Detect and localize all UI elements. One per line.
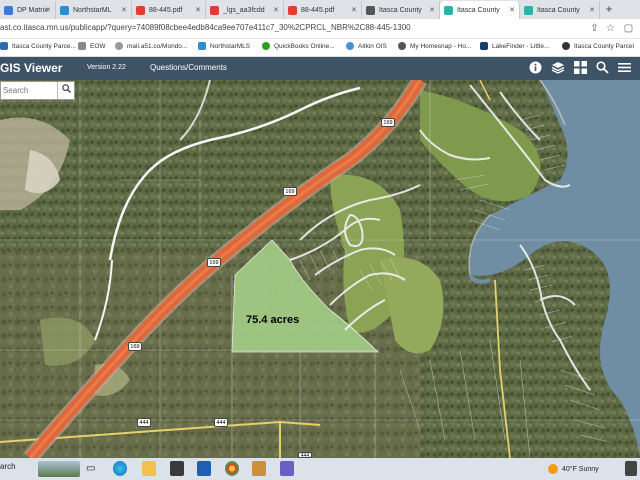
task-view-icon[interactable]: ▭: [86, 461, 98, 476]
map-canvas[interactable]: [0, 80, 640, 458]
tab-6[interactable]: Itasca County ✕: [440, 1, 520, 19]
bookmark-icon: [198, 42, 206, 50]
tab-7[interactable]: Itasca County ✕: [520, 1, 600, 19]
taskbar: arch ▭ 40°F Sunny: [0, 458, 640, 480]
teams-icon[interactable]: [280, 461, 294, 476]
store-icon[interactable]: [170, 461, 184, 476]
tab-0[interactable]: DP Matrix ✕: [0, 1, 56, 19]
new-tab-button[interactable]: +: [602, 2, 616, 16]
close-icon[interactable]: ✕: [121, 6, 127, 14]
bookmarks-bar: Itasca County Parce... EOW mail.a51.co/M…: [0, 39, 640, 57]
bookmark-item[interactable]: Itasca County Parcel: [562, 42, 634, 50]
browser-tab-bar: DP Matrix ✕ NorthstarML ✕ 88-445.pdf ✕ _lgs…: [0, 0, 640, 19]
app-version: Version 2.22: [87, 64, 126, 71]
address-bar: ast.co.itasca.mn.us/publicapp/?query=740…: [0, 19, 640, 39]
tab-favicon-icon: [4, 5, 13, 15]
parcel-acreage-label: 75.4 acres: [246, 314, 300, 326]
bookmark-item[interactable]: Itasca County Parce...: [0, 42, 76, 50]
bookmark-item[interactable]: Aitkin GIS: [346, 42, 387, 50]
globe-icon: [346, 42, 354, 50]
share-icon[interactable]: ⇪: [588, 22, 601, 35]
close-icon[interactable]: ✕: [351, 6, 357, 14]
bookmark-icon: [0, 42, 8, 50]
layers-icon[interactable]: [551, 61, 565, 75]
sun-icon: [548, 464, 558, 474]
app-icon[interactable]: [252, 461, 266, 476]
tab-1[interactable]: NorthstarML ✕: [56, 1, 132, 19]
info-icon[interactable]: [528, 61, 542, 75]
bookmark-icon: [480, 42, 488, 50]
bookmark-item[interactable]: LakeFinder - Little...: [480, 42, 549, 50]
chrome-icon[interactable]: [225, 461, 239, 476]
outlook-icon[interactable]: [197, 461, 211, 476]
close-icon[interactable]: ✕: [195, 6, 201, 14]
questions-comments-link[interactable]: Questions/Comments: [150, 63, 227, 72]
bookmark-item[interactable]: My Homesnap - Ho...: [398, 42, 471, 50]
tab-2[interactable]: 88-445.pdf ✕: [132, 1, 206, 19]
county-icon: [444, 5, 453, 15]
tab-5[interactable]: Itasca County ✕: [362, 1, 440, 19]
globe-icon: [398, 42, 406, 50]
bookmark-item[interactable]: NorthstarMLS: [198, 42, 250, 50]
search-icon[interactable]: [595, 61, 609, 75]
menu-icon[interactable]: [617, 61, 631, 75]
pdf-icon: [136, 5, 145, 15]
bookmark-item[interactable]: QuickBooks Online...: [262, 42, 335, 50]
extensions-icon[interactable]: ▢: [622, 22, 635, 35]
pdf-icon: [288, 5, 297, 15]
highway-shield: 169: [128, 342, 142, 351]
notification-icon[interactable]: [625, 461, 637, 476]
weather-widget[interactable]: 40°F Sunny: [548, 464, 599, 474]
aerial-map[interactable]: 169 169 169 169 444 444 444: [0, 80, 640, 458]
close-icon[interactable]: ✕: [589, 6, 595, 14]
taskbar-search[interactable]: arch: [0, 462, 16, 471]
grid-icon[interactable]: [573, 61, 587, 75]
bookmark-star-icon[interactable]: ☆: [604, 22, 617, 35]
bookmark-item[interactable]: EOW: [78, 42, 106, 50]
close-icon[interactable]: ✕: [429, 6, 435, 14]
close-icon[interactable]: ✕: [509, 6, 515, 14]
pdf-icon: [210, 5, 219, 15]
bookmark-icon: [78, 42, 86, 50]
tab-3[interactable]: _lgs_aa3fcdd ✕: [206, 1, 284, 19]
highway-shield: 169: [381, 118, 395, 127]
url-field[interactable]: ast.co.itasca.mn.us/publicapp/?query=740…: [0, 23, 411, 32]
quickbooks-icon: [262, 42, 270, 50]
road-shield: 444: [137, 418, 151, 427]
search-icon[interactable]: [57, 82, 74, 99]
gis-app-header: GIS Viewer Version 2.22 Questions/Commen…: [0, 57, 640, 80]
search-input[interactable]: [3, 84, 55, 97]
map-search-box: [0, 81, 75, 100]
close-icon[interactable]: ✕: [273, 6, 279, 14]
tab-4[interactable]: 88-445.pdf ✕: [284, 1, 362, 19]
highway-shield: 169: [283, 187, 297, 196]
app-title: GIS Viewer: [0, 61, 63, 75]
search-highlight-image: [38, 461, 80, 477]
globe-icon: [115, 42, 123, 50]
bookmark-icon: [562, 42, 570, 50]
edge-icon[interactable]: [113, 461, 127, 476]
close-icon[interactable]: ✕: [45, 6, 51, 14]
highway-shield: 169: [207, 258, 221, 267]
county-icon: [366, 5, 375, 15]
tab-favicon-icon: [60, 5, 69, 15]
bookmark-item[interactable]: mail.a51.co/Mondo...: [115, 42, 187, 50]
road-shield: 444: [214, 418, 228, 427]
file-explorer-icon[interactable]: [142, 461, 156, 476]
county-icon: [524, 5, 533, 15]
